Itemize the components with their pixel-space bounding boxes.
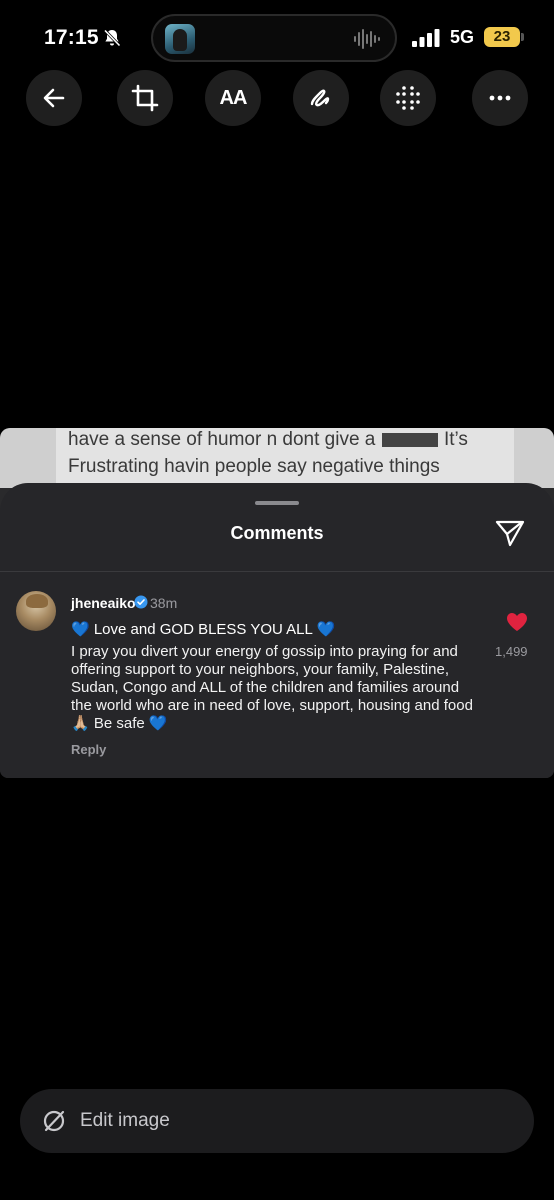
clock-time: 17:15 <box>44 26 99 49</box>
comments-sheet: Comments jheneaiko 38m 💙 Love and GOD BL… <box>0 483 554 778</box>
edit-image-label: Edit image <box>80 1110 170 1131</box>
more-button[interactable] <box>472 70 528 126</box>
dynamic-island[interactable] <box>151 14 397 62</box>
tweet-line-2: Frustrating havin people say negative th… <box>68 456 440 477</box>
ellipsis-icon <box>489 95 511 101</box>
back-button[interactable] <box>26 70 82 126</box>
comment-body: I pray you divert your energy of gossip … <box>71 643 473 732</box>
redaction-mark <box>381 432 438 447</box>
tweet-line-1-tail: It’s <box>443 429 468 450</box>
crop-icon <box>131 84 159 112</box>
comment-time: 38m <box>150 595 178 611</box>
tweet-line-1: have a sense of humor n dont give a It’s <box>68 429 468 451</box>
status-bar: 17:15 5G 23 <box>0 0 554 76</box>
grid-button[interactable] <box>380 70 436 126</box>
edit-image-button[interactable]: Edit image <box>20 1089 534 1153</box>
tweet-text-area: have a sense of humor n dont give a It’s… <box>0 428 554 488</box>
sheet-grabber[interactable] <box>255 501 299 505</box>
dots-grid-icon <box>396 86 420 110</box>
battery-indicator: 23 <box>484 27 520 47</box>
network-type: 5G <box>450 27 475 47</box>
pen-scribble-icon <box>310 89 330 107</box>
edit-slash-icon <box>43 1110 65 1132</box>
verified-badge-icon <box>134 595 148 609</box>
avatar[interactable] <box>16 591 56 631</box>
heart-icon[interactable] <box>506 612 528 632</box>
like-count: 1,499 <box>495 644 528 659</box>
sheet-title: Comments <box>230 523 324 543</box>
audio-wave-icon <box>354 29 380 49</box>
battery-cap <box>521 33 524 41</box>
sheet-divider <box>0 571 554 572</box>
tweet-line-1-text: have a sense of humor n dont give a <box>68 429 376 450</box>
draw-button[interactable] <box>293 70 349 126</box>
comment-username[interactable]: jheneaiko <box>71 595 136 611</box>
crop-button[interactable] <box>117 70 173 126</box>
signal-icon <box>412 29 440 47</box>
send-icon[interactable] <box>494 517 526 549</box>
now-playing-avatar <box>165 24 195 54</box>
text-button[interactable]: AA <box>205 70 261 126</box>
text-icon: AA <box>219 86 248 109</box>
bell-slash-icon <box>103 29 121 47</box>
arrow-left-icon <box>43 88 65 108</box>
reply-button[interactable]: Reply <box>71 742 106 757</box>
comment-first-line: 💙 Love and GOD BLESS YOU ALL 💙 <box>71 621 336 638</box>
